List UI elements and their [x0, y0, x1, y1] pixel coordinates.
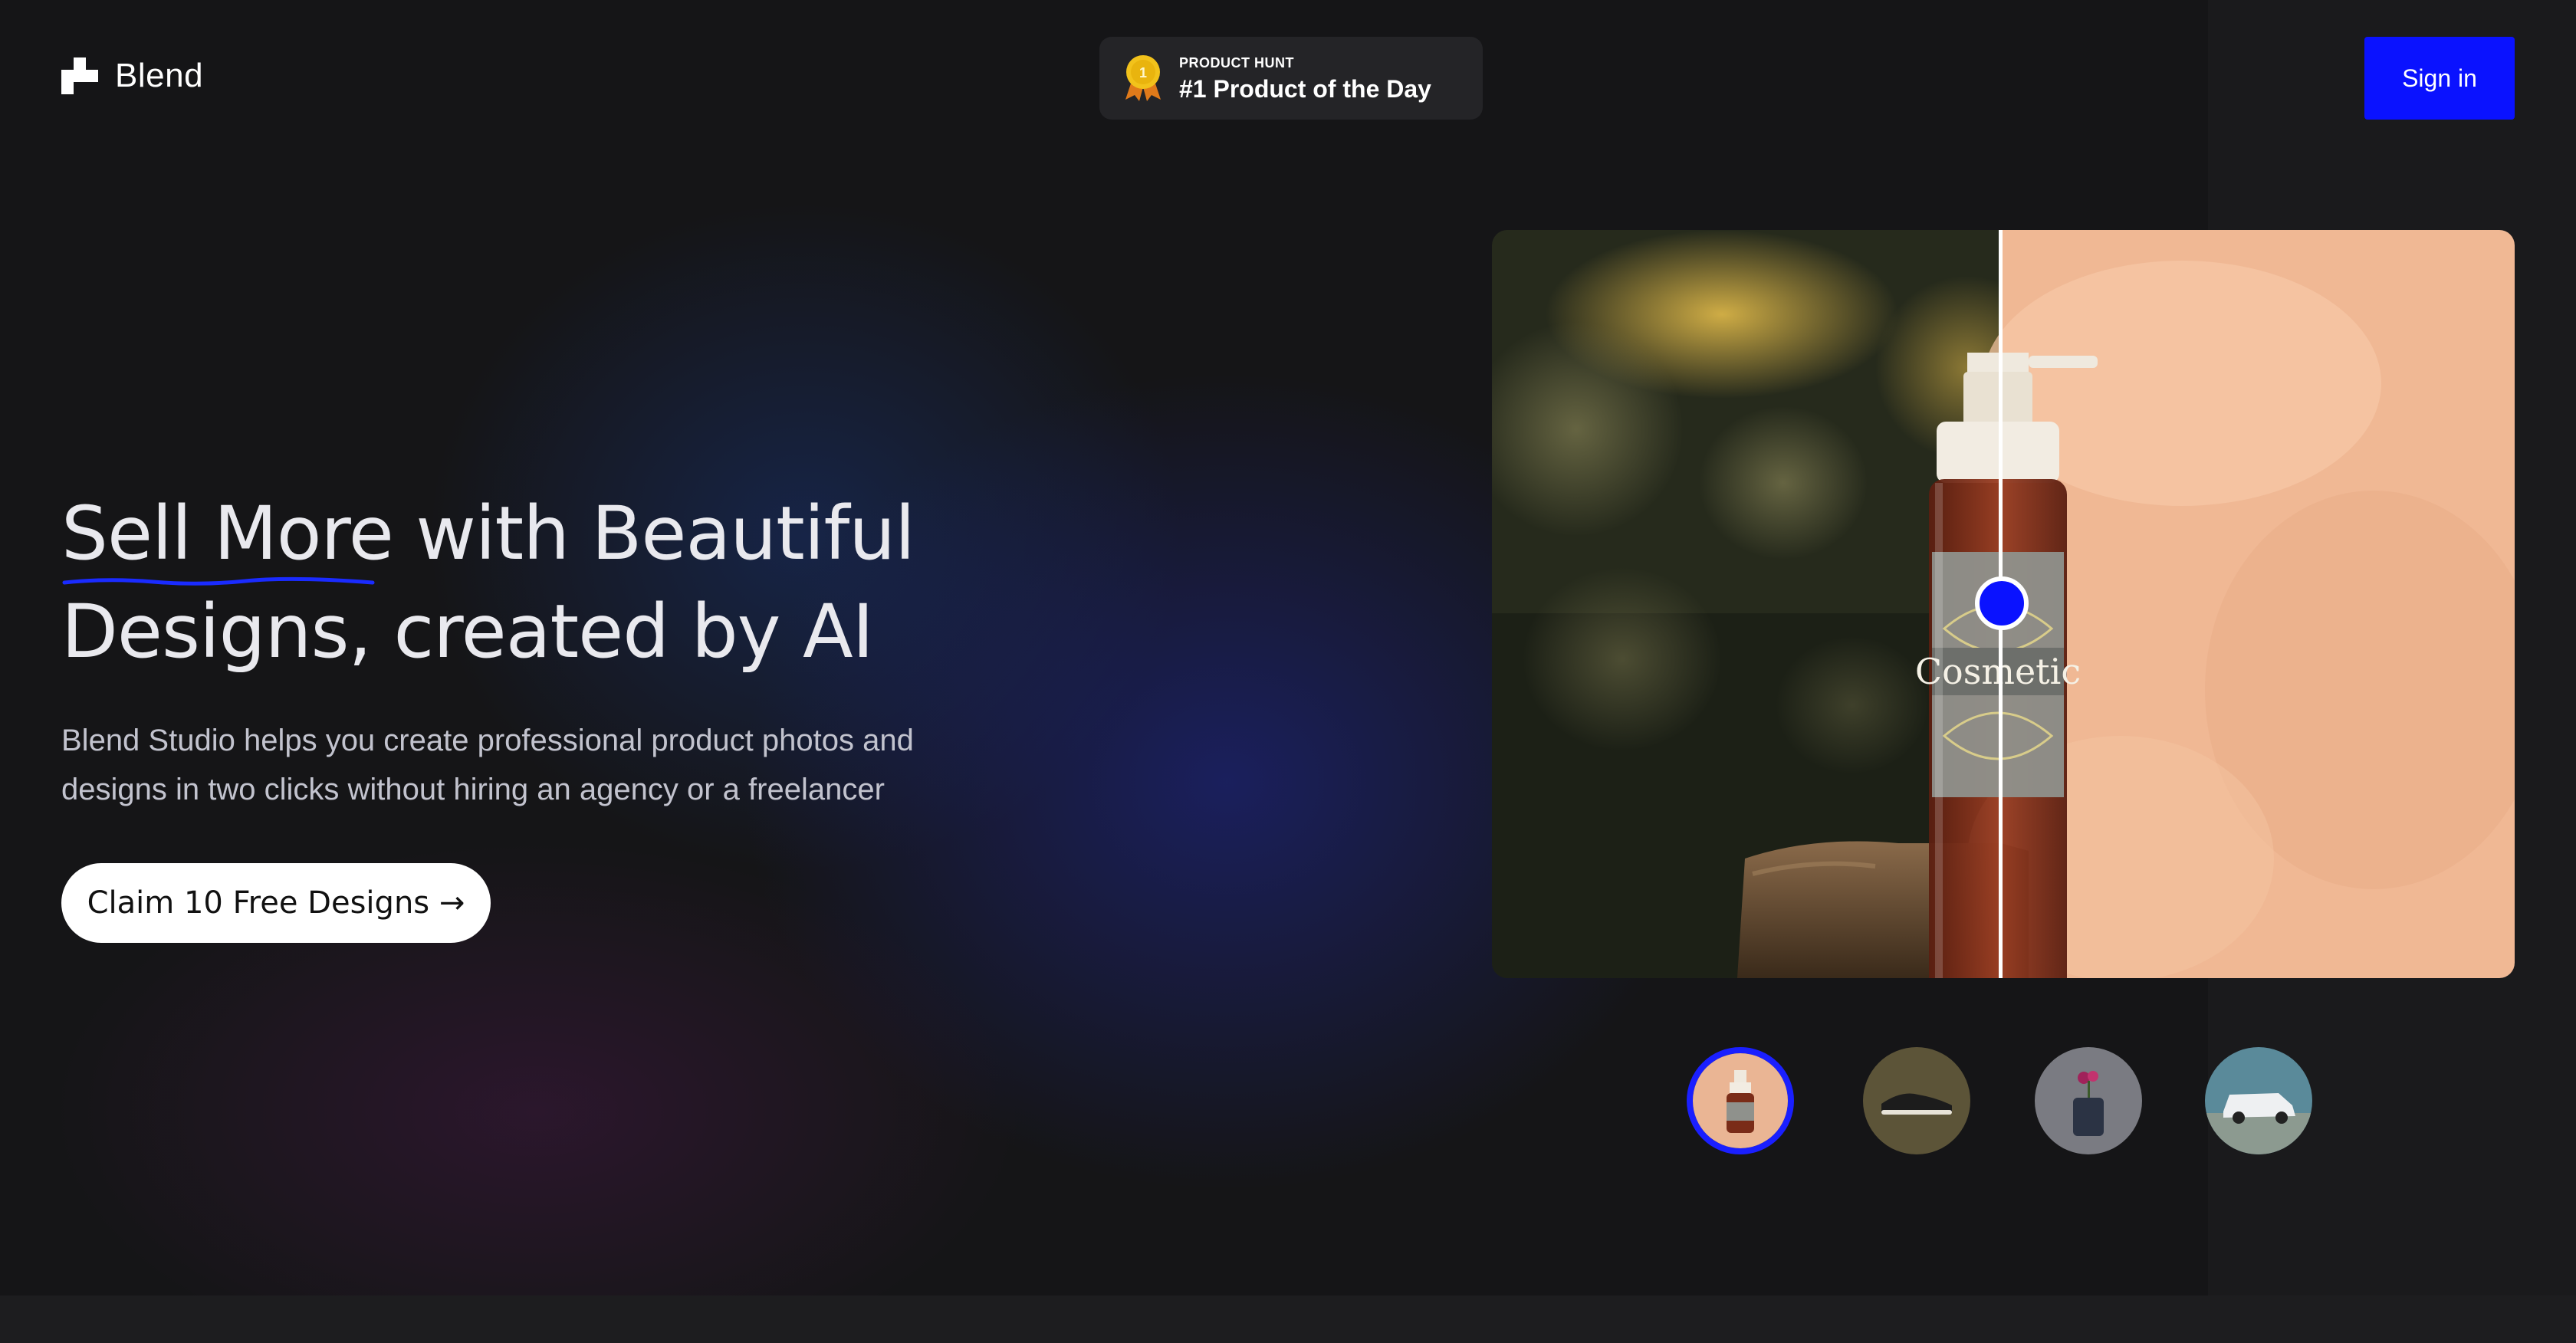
page-footer-band	[0, 1295, 2576, 1343]
medal-icon: 1	[1125, 55, 1161, 101]
sign-in-button[interactable]: Sign in	[2364, 37, 2515, 120]
logo-text: Blend	[115, 57, 204, 94]
badge-kicker: PRODUCT HUNT	[1179, 55, 1294, 71]
vase-thumbnail-image	[2035, 1047, 2142, 1154]
blend-logo[interactable]: Blend	[61, 57, 203, 95]
thumbnail-sneaker[interactable]	[1863, 1047, 1970, 1154]
badge-title: #1 Product of the Day	[1179, 75, 1431, 103]
hero-subtext: Blend Studio helps you create profession…	[61, 724, 914, 806]
thumbnail-suv[interactable]	[2205, 1047, 2312, 1154]
blend-logo-icon	[61, 57, 98, 94]
hero-headline: Sell More with Beautiful Designs, create…	[61, 484, 1058, 681]
cosmetic-thumbnail-image	[1693, 1053, 1788, 1148]
sneaker-thumbnail-image	[1863, 1047, 1970, 1154]
comparison-slider-handle[interactable]	[1975, 576, 2029, 630]
claim-free-designs-button[interactable]: Claim 10 Free Designs →	[61, 863, 491, 943]
product-hunt-badge[interactable]: 1 PRODUCT HUNT #1 Product of the Day	[1099, 37, 1483, 120]
medal-number: 1	[1139, 65, 1147, 80]
scribble-underline	[62, 576, 375, 586]
suv-thumbnail-image	[2205, 1047, 2312, 1154]
headline-highlight: Sell More	[61, 484, 394, 586]
thumbnail-flower-vase[interactable]	[2035, 1047, 2142, 1154]
thumbnail-cosmetic[interactable]	[1687, 1047, 1794, 1154]
